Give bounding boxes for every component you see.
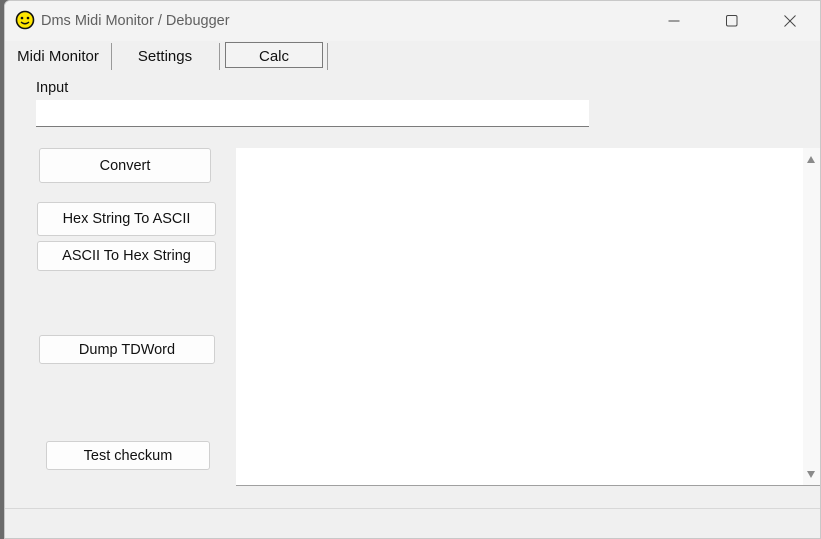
close-button[interactable] (761, 1, 819, 41)
input-field[interactable] (36, 100, 589, 127)
minimize-button[interactable] (645, 1, 703, 41)
status-bar (5, 508, 820, 538)
maximize-icon (726, 15, 738, 27)
window-title: Dms Midi Monitor / Debugger (41, 13, 230, 29)
smiley-icon (15, 10, 35, 30)
ascii-to-hex-button[interactable]: ASCII To Hex String (37, 241, 216, 271)
tab-separator (111, 43, 112, 70)
hex-to-ascii-button[interactable]: Hex String To ASCII (37, 202, 216, 236)
tab-settings[interactable]: Settings (117, 43, 213, 71)
app-window: Dms Midi Monitor / Debugger Midi Monitor… (4, 0, 821, 539)
output-textarea[interactable] (236, 148, 820, 486)
tab-separator (327, 43, 328, 70)
tab-strip: Midi Monitor Settings Calc (5, 41, 820, 71)
minimize-icon (668, 20, 680, 22)
convert-button[interactable]: Convert (39, 148, 211, 183)
test-checksum-button[interactable]: Test checkum (46, 441, 210, 470)
maximize-button[interactable] (703, 1, 761, 41)
input-label: Input (36, 80, 69, 96)
arrow-down-icon[interactable] (807, 471, 815, 478)
close-icon (784, 15, 796, 27)
tab-calc[interactable]: Calc (225, 42, 323, 68)
tab-separator (219, 43, 220, 70)
tab-midi-monitor[interactable]: Midi Monitor (12, 43, 104, 71)
vertical-scrollbar[interactable] (803, 148, 820, 485)
title-bar[interactable]: Dms Midi Monitor / Debugger (5, 1, 820, 41)
dump-tdword-button[interactable]: Dump TDWord (39, 335, 215, 364)
arrow-up-icon[interactable] (807, 156, 815, 163)
